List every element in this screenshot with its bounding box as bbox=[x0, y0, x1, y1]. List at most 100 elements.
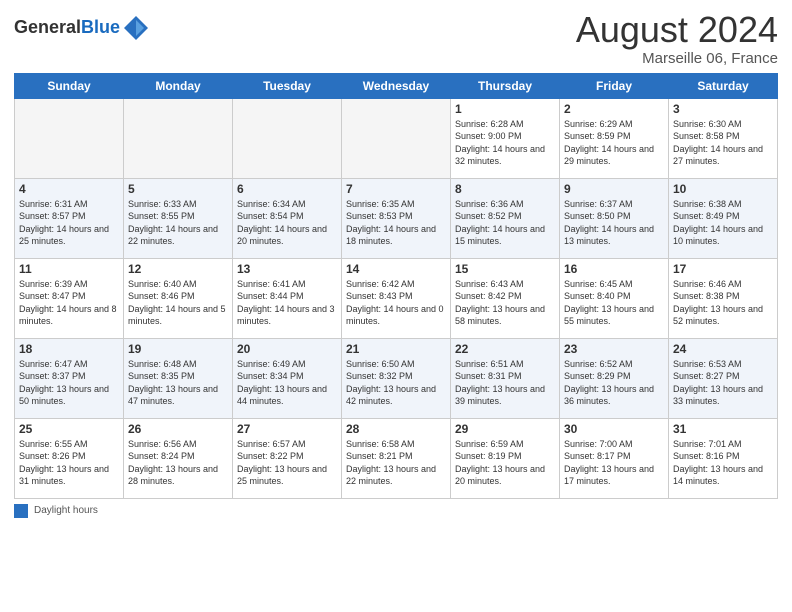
header-row: SundayMondayTuesdayWednesdayThursdayFrid… bbox=[15, 73, 778, 98]
day-number: 16 bbox=[564, 262, 664, 276]
day-number: 1 bbox=[455, 102, 555, 116]
day-info: Sunrise: 6:45 AM Sunset: 8:40 PM Dayligh… bbox=[564, 278, 664, 328]
day-header-tuesday: Tuesday bbox=[233, 73, 342, 98]
calendar-cell: 21 Sunrise: 6:50 AM Sunset: 8:32 PM Dayli… bbox=[342, 338, 451, 418]
day-info: Sunrise: 6:28 AM Sunset: 9:00 PM Dayligh… bbox=[455, 118, 555, 168]
calendar-cell: 15 Sunrise: 6:43 AM Sunset: 8:42 PM Dayli… bbox=[451, 258, 560, 338]
calendar-cell: 30 Sunrise: 7:00 AM Sunset: 8:17 PM Dayli… bbox=[560, 418, 669, 498]
day-header-saturday: Saturday bbox=[669, 73, 778, 98]
day-info: Sunrise: 6:31 AM Sunset: 8:57 PM Dayligh… bbox=[19, 198, 119, 248]
day-number: 10 bbox=[673, 182, 773, 196]
logo-blue: Blue bbox=[81, 17, 120, 37]
day-header-wednesday: Wednesday bbox=[342, 73, 451, 98]
day-header-sunday: Sunday bbox=[15, 73, 124, 98]
calendar-cell bbox=[124, 98, 233, 178]
day-info: Sunrise: 6:58 AM Sunset: 8:21 PM Dayligh… bbox=[346, 438, 446, 488]
header: GeneralBlue August 2024 Marseille 06, Fr… bbox=[14, 10, 778, 67]
calendar-cell: 3Sunrise: 6:30 AM Sunset: 8:58 PM Daylig… bbox=[669, 98, 778, 178]
calendar-cell: 19 Sunrise: 6:48 AM Sunset: 8:35 PM Dayli… bbox=[124, 338, 233, 418]
day-number: 25 bbox=[19, 422, 119, 436]
legend-label: Daylight hours bbox=[34, 505, 98, 516]
day-number: 7 bbox=[346, 182, 446, 196]
day-info: Sunrise: 6:55 AM Sunset: 8:26 PM Dayligh… bbox=[19, 438, 119, 488]
week-row-5: 25 Sunrise: 6:55 AM Sunset: 8:26 PM Dayli… bbox=[15, 418, 778, 498]
calendar-header: SundayMondayTuesdayWednesdayThursdayFrid… bbox=[15, 73, 778, 98]
day-info: Sunrise: 6:52 AM Sunset: 8:29 PM Dayligh… bbox=[564, 358, 664, 408]
calendar-cell: 27Sunrise: 6:57 AM Sunset: 8:22 PM Dayli… bbox=[233, 418, 342, 498]
day-info: Sunrise: 6:57 AM Sunset: 8:22 PM Dayligh… bbox=[237, 438, 337, 488]
calendar-body: 1 Sunrise: 6:28 AM Sunset: 9:00 PM Daylig… bbox=[15, 98, 778, 498]
day-number: 9 bbox=[564, 182, 664, 196]
day-number: 13 bbox=[237, 262, 337, 276]
calendar-cell bbox=[233, 98, 342, 178]
calendar-cell bbox=[342, 98, 451, 178]
calendar-cell: 2 Sunrise: 6:29 AM Sunset: 8:59 PM Daylig… bbox=[560, 98, 669, 178]
day-info: Sunrise: 6:35 AM Sunset: 8:53 PM Dayligh… bbox=[346, 198, 446, 248]
day-info: Sunrise: 6:48 AM Sunset: 8:35 PM Dayligh… bbox=[128, 358, 228, 408]
day-info: Sunrise: 6:43 AM Sunset: 8:42 PM Dayligh… bbox=[455, 278, 555, 328]
day-info: Sunrise: 6:33 AM Sunset: 8:55 PM Dayligh… bbox=[128, 198, 228, 248]
calendar-cell: 22 Sunrise: 6:51 AM Sunset: 8:31 PM Dayli… bbox=[451, 338, 560, 418]
calendar-cell: 17Sunrise: 6:46 AM Sunset: 8:38 PM Dayli… bbox=[669, 258, 778, 338]
legend-box bbox=[14, 504, 28, 518]
calendar-table: SundayMondayTuesdayWednesdayThursdayFrid… bbox=[14, 73, 778, 499]
day-number: 21 bbox=[346, 342, 446, 356]
calendar-cell: 23 Sunrise: 6:52 AM Sunset: 8:29 PM Dayli… bbox=[560, 338, 669, 418]
calendar-cell bbox=[15, 98, 124, 178]
day-number: 2 bbox=[564, 102, 664, 116]
day-info: Sunrise: 6:36 AM Sunset: 8:52 PM Dayligh… bbox=[455, 198, 555, 248]
day-info: Sunrise: 6:51 AM Sunset: 8:31 PM Dayligh… bbox=[455, 358, 555, 408]
day-info: Sunrise: 6:49 AM Sunset: 8:34 PM Dayligh… bbox=[237, 358, 337, 408]
calendar-cell: 31Sunrise: 7:01 AM Sunset: 8:16 PM Dayli… bbox=[669, 418, 778, 498]
calendar-cell: 29Sunrise: 6:59 AM Sunset: 8:19 PM Dayli… bbox=[451, 418, 560, 498]
day-info: Sunrise: 7:00 AM Sunset: 8:17 PM Dayligh… bbox=[564, 438, 664, 488]
calendar-cell: 10 Sunrise: 6:38 AM Sunset: 8:49 PM Dayli… bbox=[669, 178, 778, 258]
day-number: 12 bbox=[128, 262, 228, 276]
logo: GeneralBlue bbox=[14, 14, 150, 42]
logo-general: General bbox=[14, 17, 81, 37]
calendar-cell: 12 Sunrise: 6:40 AM Sunset: 8:46 PM Dayli… bbox=[124, 258, 233, 338]
day-number: 11 bbox=[19, 262, 119, 276]
day-info: Sunrise: 6:50 AM Sunset: 8:32 PM Dayligh… bbox=[346, 358, 446, 408]
calendar-cell: 16 Sunrise: 6:45 AM Sunset: 8:40 PM Dayli… bbox=[560, 258, 669, 338]
day-info: Sunrise: 6:29 AM Sunset: 8:59 PM Dayligh… bbox=[564, 118, 664, 168]
day-number: 30 bbox=[564, 422, 664, 436]
day-header-thursday: Thursday bbox=[451, 73, 560, 98]
calendar-cell: 8Sunrise: 6:36 AM Sunset: 8:52 PM Daylig… bbox=[451, 178, 560, 258]
day-header-monday: Monday bbox=[124, 73, 233, 98]
day-header-friday: Friday bbox=[560, 73, 669, 98]
day-number: 15 bbox=[455, 262, 555, 276]
day-info: Sunrise: 6:34 AM Sunset: 8:54 PM Dayligh… bbox=[237, 198, 337, 248]
calendar-cell: 14Sunrise: 6:42 AM Sunset: 8:43 PM Dayli… bbox=[342, 258, 451, 338]
day-number: 20 bbox=[237, 342, 337, 356]
day-info: Sunrise: 6:40 AM Sunset: 8:46 PM Dayligh… bbox=[128, 278, 228, 328]
week-row-2: 4Sunrise: 6:31 AM Sunset: 8:57 PM Daylig… bbox=[15, 178, 778, 258]
logo-text: GeneralBlue bbox=[14, 18, 120, 38]
day-number: 31 bbox=[673, 422, 773, 436]
day-info: Sunrise: 6:47 AM Sunset: 8:37 PM Dayligh… bbox=[19, 358, 119, 408]
calendar-cell: 20 Sunrise: 6:49 AM Sunset: 8:34 PM Dayli… bbox=[233, 338, 342, 418]
calendar-cell: 13 Sunrise: 6:41 AM Sunset: 8:44 PM Dayli… bbox=[233, 258, 342, 338]
day-info: Sunrise: 6:30 AM Sunset: 8:58 PM Dayligh… bbox=[673, 118, 773, 168]
day-number: 26 bbox=[128, 422, 228, 436]
calendar-cell: 5Sunrise: 6:33 AM Sunset: 8:55 PM Daylig… bbox=[124, 178, 233, 258]
day-number: 14 bbox=[346, 262, 446, 276]
location-subtitle: Marseille 06, France bbox=[576, 50, 778, 67]
day-info: Sunrise: 6:46 AM Sunset: 8:38 PM Dayligh… bbox=[673, 278, 773, 328]
day-number: 22 bbox=[455, 342, 555, 356]
calendar-cell: 11 Sunrise: 6:39 AM Sunset: 8:47 PM Dayli… bbox=[15, 258, 124, 338]
day-info: Sunrise: 6:53 AM Sunset: 8:27 PM Dayligh… bbox=[673, 358, 773, 408]
day-info: Sunrise: 6:39 AM Sunset: 8:47 PM Dayligh… bbox=[19, 278, 119, 328]
day-info: Sunrise: 6:41 AM Sunset: 8:44 PM Dayligh… bbox=[237, 278, 337, 328]
calendar-cell: 18Sunrise: 6:47 AM Sunset: 8:37 PM Dayli… bbox=[15, 338, 124, 418]
calendar-cell: 7 Sunrise: 6:35 AM Sunset: 8:53 PM Daylig… bbox=[342, 178, 451, 258]
day-number: 6 bbox=[237, 182, 337, 196]
calendar-cell: 26Sunrise: 6:56 AM Sunset: 8:24 PM Dayli… bbox=[124, 418, 233, 498]
day-info: Sunrise: 6:38 AM Sunset: 8:49 PM Dayligh… bbox=[673, 198, 773, 248]
day-number: 23 bbox=[564, 342, 664, 356]
day-info: Sunrise: 6:59 AM Sunset: 8:19 PM Dayligh… bbox=[455, 438, 555, 488]
calendar-cell: 28Sunrise: 6:58 AM Sunset: 8:21 PM Dayli… bbox=[342, 418, 451, 498]
main-container: GeneralBlue August 2024 Marseille 06, Fr… bbox=[0, 0, 792, 526]
calendar-cell: 9Sunrise: 6:37 AM Sunset: 8:50 PM Daylig… bbox=[560, 178, 669, 258]
day-number: 19 bbox=[128, 342, 228, 356]
